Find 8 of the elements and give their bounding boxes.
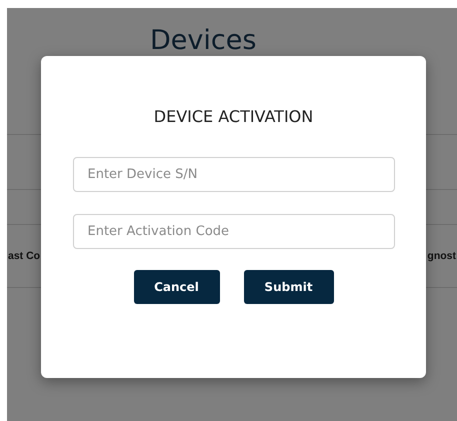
input-field[interactable]: Enter Device S/N xyxy=(72,157,394,192)
column-header: ast Co xyxy=(8,250,40,262)
input-field[interactable]: Enter Activation Code xyxy=(72,214,394,249)
submit-button[interactable]: Submit xyxy=(244,270,334,304)
column-header: gnost xyxy=(427,250,456,262)
cancel-button[interactable]: Cancel xyxy=(134,270,220,304)
dialog-title: DEVICE ACTIVATION xyxy=(154,108,314,126)
page-heading: Devices xyxy=(150,24,256,58)
